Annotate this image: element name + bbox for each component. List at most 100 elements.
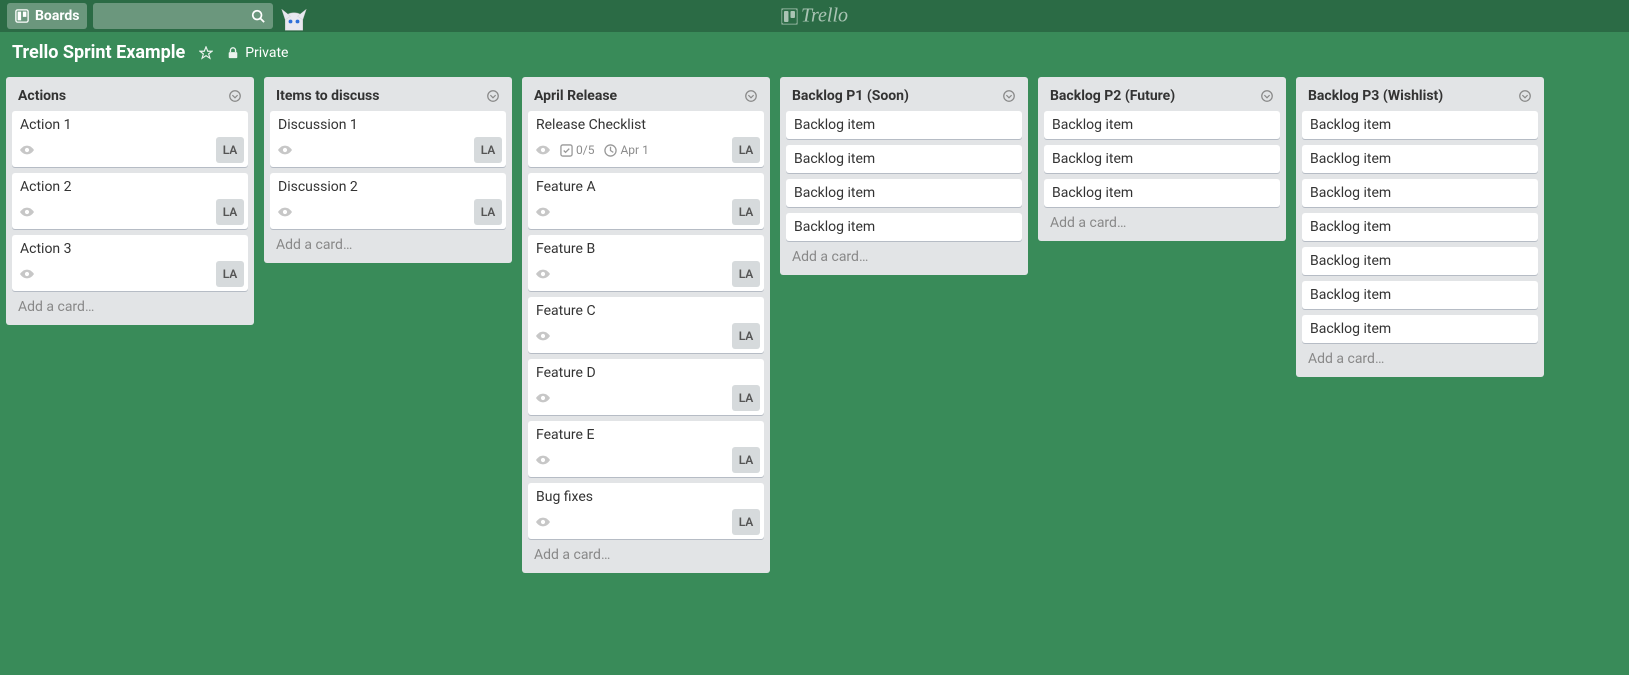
card-title: Backlog item xyxy=(1310,287,1530,303)
card-container: Backlog item Backlog item Backlog item Back… xyxy=(786,111,1022,241)
card-container: Discussion 1LA Discussion 2LA xyxy=(270,111,506,229)
card[interactable]: Bug fixesLA xyxy=(528,483,764,539)
card[interactable]: Backlog item xyxy=(786,213,1022,241)
card[interactable]: Backlog item xyxy=(1302,247,1538,275)
card[interactable]: Release Checklist 0/5Apr 1LA xyxy=(528,111,764,167)
brand-text: Trello xyxy=(801,5,848,28)
add-card-button[interactable]: Add a card… xyxy=(1302,343,1538,371)
card[interactable]: Action 3LA xyxy=(12,235,248,291)
card-container: Backlog item Backlog item Backlog item xyxy=(1044,111,1280,207)
card-badges xyxy=(536,263,756,285)
member-avatar[interactable]: LA xyxy=(732,509,760,535)
star-icon xyxy=(199,46,213,60)
member-avatar[interactable]: LA xyxy=(732,447,760,473)
member-avatar[interactable]: LA xyxy=(216,199,244,225)
search-input[interactable] xyxy=(93,3,273,29)
card-badges xyxy=(536,511,756,533)
card[interactable]: Backlog item xyxy=(1302,281,1538,309)
card[interactable]: Action 1LA xyxy=(12,111,248,167)
card[interactable]: Action 2 LA xyxy=(12,173,248,229)
watch-icon xyxy=(20,207,34,217)
add-card-button[interactable]: Add a card… xyxy=(528,539,764,567)
member-avatar[interactable]: LA xyxy=(732,323,760,349)
card[interactable]: Backlog item xyxy=(1044,179,1280,207)
card[interactable]: Feature ELA xyxy=(528,421,764,477)
list-title[interactable]: Items to discuss xyxy=(276,88,379,104)
card[interactable]: Backlog item xyxy=(1302,179,1538,207)
checklist-count: 0/5 xyxy=(576,143,594,157)
member-avatar[interactable]: LA xyxy=(732,261,760,287)
watch-icon xyxy=(536,145,550,155)
add-card-button[interactable]: Add a card… xyxy=(1044,207,1280,235)
card[interactable]: Discussion 2LA xyxy=(270,173,506,229)
list-header: Backlog P2 (Future) xyxy=(1044,83,1280,111)
list-header: Backlog P3 (Wishlist) xyxy=(1302,83,1538,111)
card[interactable]: Backlog item xyxy=(1302,315,1538,343)
list-menu-button[interactable] xyxy=(484,87,502,105)
star-button[interactable] xyxy=(199,46,213,60)
watch-icon xyxy=(278,207,292,217)
checklist-badge: 0/5 xyxy=(560,143,594,157)
list-menu-button[interactable] xyxy=(1516,87,1534,105)
list-header: Items to discuss xyxy=(270,83,506,111)
card[interactable]: Backlog item xyxy=(786,179,1022,207)
card-title: Backlog item xyxy=(794,185,1014,201)
list-title[interactable]: Actions xyxy=(18,88,66,104)
card[interactable]: Feature CLA xyxy=(528,297,764,353)
card[interactable]: Backlog item xyxy=(1302,213,1538,241)
list-menu-button[interactable] xyxy=(226,87,244,105)
member-avatar[interactable]: LA xyxy=(732,199,760,225)
card-title: Action 2 xyxy=(20,179,240,197)
member-avatar[interactable]: LA xyxy=(474,137,502,163)
card[interactable]: Feature BLA xyxy=(528,235,764,291)
watch-icon xyxy=(278,145,292,155)
watch-icon xyxy=(536,331,550,341)
card-badges xyxy=(20,263,240,285)
board-canvas: ActionsAction 1LAAction 2LAAction 3LAAdd… xyxy=(0,77,1629,593)
list: Items to discussDiscussion 1LADiscussion… xyxy=(264,77,512,263)
list: Backlog P2 (Future)Backlog itemBacklog i… xyxy=(1038,77,1286,241)
visibility-button[interactable]: Private xyxy=(227,45,288,61)
brand-logo[interactable]: Trello xyxy=(781,5,848,28)
card[interactable]: Backlog item xyxy=(1044,111,1280,139)
card[interactable]: Backlog item xyxy=(1044,145,1280,173)
card-badges xyxy=(536,449,756,471)
card-title: Backlog item xyxy=(1310,151,1530,167)
list-menu-button[interactable] xyxy=(742,87,760,105)
card[interactable]: Backlog item xyxy=(1302,111,1538,139)
boards-label: Boards xyxy=(35,8,79,24)
add-card-button[interactable]: Add a card… xyxy=(270,229,506,257)
card-title: Backlog item xyxy=(1310,117,1530,133)
card[interactable]: Backlog item xyxy=(1302,145,1538,173)
card-badges xyxy=(536,201,756,223)
card-badges: 0/5Apr 1 xyxy=(536,139,756,161)
list: April ReleaseRelease Checklist0/5Apr 1LA… xyxy=(522,77,770,573)
card[interactable]: Feature DLA xyxy=(528,359,764,415)
card[interactable]: Backlog item xyxy=(786,145,1022,173)
list-menu-button[interactable] xyxy=(1000,87,1018,105)
member-avatar[interactable]: LA xyxy=(216,261,244,287)
member-avatar[interactable]: LA xyxy=(732,385,760,411)
list-title[interactable]: Backlog P1 (Soon) xyxy=(792,88,909,104)
member-avatar[interactable]: LA xyxy=(216,137,244,163)
card-badges xyxy=(20,201,240,223)
lock-icon xyxy=(227,47,239,59)
boards-button[interactable]: Boards xyxy=(7,3,87,29)
card[interactable]: Discussion 1LA xyxy=(270,111,506,167)
add-card-button[interactable]: Add a card… xyxy=(786,241,1022,269)
list-menu-button[interactable] xyxy=(1258,87,1276,105)
list-title[interactable]: Backlog P2 (Future) xyxy=(1050,88,1175,104)
mascot-icon xyxy=(280,4,308,32)
card-title: Release Checklist xyxy=(536,117,756,135)
card-title: Backlog item xyxy=(794,219,1014,235)
member-avatar[interactable]: LA xyxy=(732,137,760,163)
member-avatar[interactable]: LA xyxy=(474,199,502,225)
list-title[interactable]: April Release xyxy=(534,88,617,104)
add-card-button[interactable]: Add a card… xyxy=(12,291,248,319)
app-header: Boards Trello xyxy=(0,0,1629,32)
board-title[interactable]: Trello Sprint Example xyxy=(12,42,185,63)
card[interactable]: Backlog item xyxy=(786,111,1022,139)
list-title[interactable]: Backlog P3 (Wishlist) xyxy=(1308,88,1443,104)
watch-icon xyxy=(536,269,550,279)
card[interactable]: Feature ALA xyxy=(528,173,764,229)
